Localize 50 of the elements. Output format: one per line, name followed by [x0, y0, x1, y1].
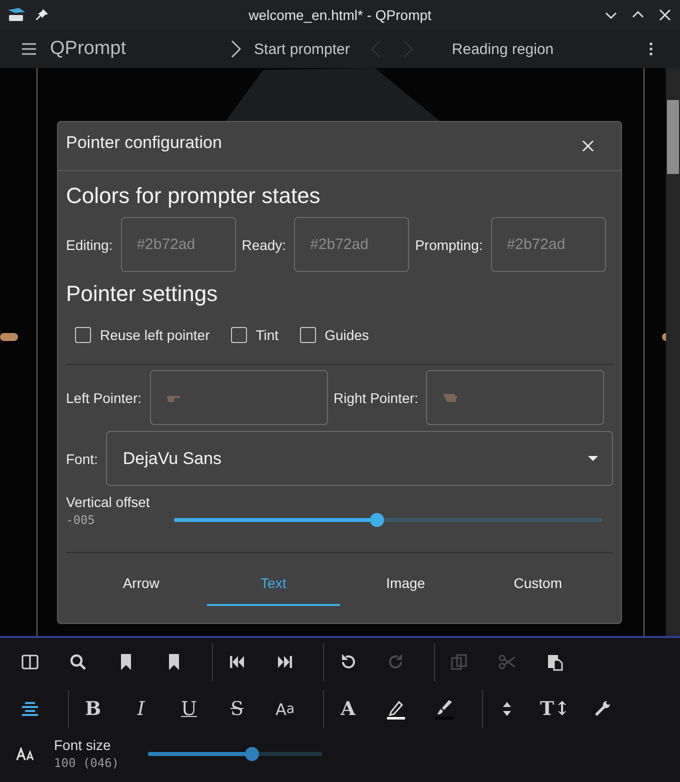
tab[interactable]: Arrow — [75, 562, 208, 606]
checkbox-label: Guides — [324, 327, 369, 343]
format-button[interactable]: A — [331, 691, 365, 727]
dropdown-caret-icon — [588, 456, 598, 462]
app-title: QPrompt — [50, 38, 126, 60]
checkbox-label: Tint — [256, 327, 279, 343]
app-logo-icon — [7, 7, 27, 23]
checkbox[interactable] — [300, 327, 316, 343]
checkbox-label: Reuse left pointer — [100, 327, 210, 343]
field-label: Editing: — [66, 236, 113, 252]
chevron-right-icon — [230, 39, 242, 59]
format-button[interactable]: I — [124, 691, 158, 727]
field-label: Prompting: — [415, 236, 483, 252]
slider-label: Vertical offset — [66, 494, 151, 510]
more-options-icon[interactable] — [649, 42, 653, 56]
field-label: Ready: — [242, 236, 286, 252]
start-prompter-button[interactable]: Start prompter — [230, 39, 350, 59]
section-heading: Pointer settings — [66, 281, 219, 307]
menu-icon[interactable] — [21, 42, 37, 56]
font-size-label: Font size — [54, 737, 112, 753]
tab[interactable]: Text — [207, 562, 340, 606]
font-size-icon — [16, 746, 36, 760]
pointer-marker-icon — [0, 332, 18, 342]
section-heading: Colors for prompter states — [66, 183, 322, 209]
field-label: Right Pointer: — [334, 390, 418, 406]
checkbox[interactable] — [230, 327, 247, 343]
pin-icon[interactable] — [35, 8, 49, 22]
font-size-reading: 100 (046) — [54, 756, 120, 770]
offset-reading: -005 — [66, 513, 96, 527]
pointer-input-field[interactable] — [426, 370, 604, 425]
tab[interactable]: Custom — [472, 562, 604, 606]
color-input-field[interactable]: #2b72ad — [294, 217, 410, 272]
reading-region-button[interactable]: Reading region — [452, 40, 554, 58]
window-title: welcome_en.html* - QPrompt — [248, 7, 432, 23]
pointer-input-field[interactable] — [150, 370, 328, 425]
color-input-field[interactable]: #2b72ad — [490, 217, 606, 272]
font-dropdown[interactable]: DejaVu Sans — [106, 431, 613, 486]
format-button[interactable]: S — [220, 691, 254, 727]
tab[interactable]: Image — [340, 562, 472, 606]
format-button[interactable]: U — [172, 691, 206, 727]
format-button[interactable]: B — [76, 691, 110, 727]
checkbox[interactable] — [75, 327, 91, 343]
close-icon[interactable] — [581, 139, 595, 153]
field-label: Font: — [66, 450, 98, 466]
dialog-title: Pointer configuration — [66, 133, 222, 153]
color-input-field[interactable]: #2b72ad — [120, 217, 236, 272]
format-button[interactable]: T↕ — [538, 691, 572, 727]
scrollbar[interactable] — [666, 68, 680, 636]
field-label: Left Pointer: — [66, 390, 142, 406]
close-icon[interactable] — [658, 8, 672, 22]
